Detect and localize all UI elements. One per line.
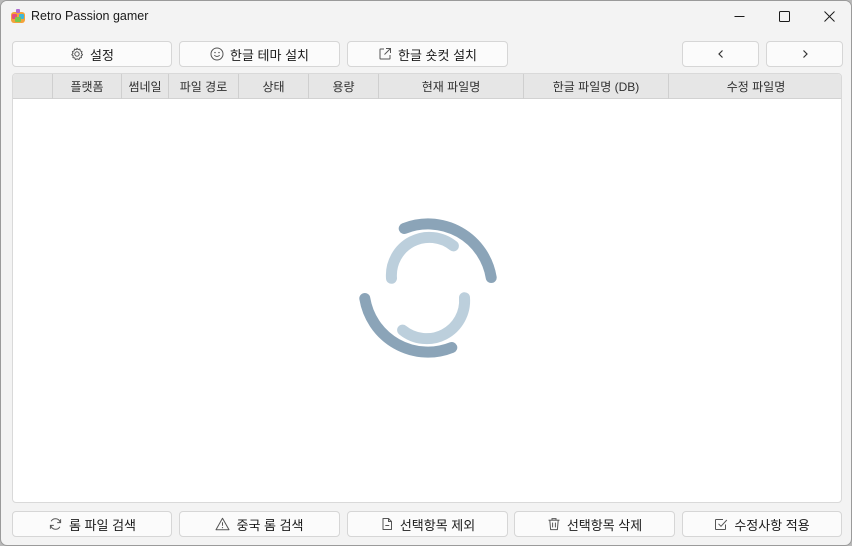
exclude-selected-button[interactable]: 선택항목 제외 xyxy=(347,511,508,537)
spinner-arc-outer-bottom xyxy=(359,293,458,358)
spinner-arc-inner-bottom xyxy=(397,292,471,345)
maximize-button[interactable] xyxy=(762,1,807,32)
external-link-icon xyxy=(378,47,392,61)
gear-icon xyxy=(70,47,84,61)
settings-label: 설정 xyxy=(90,47,114,63)
settings-button[interactable]: 설정 xyxy=(12,41,172,67)
apply-label: 수정사항 적용 xyxy=(734,517,810,533)
document-minus-icon xyxy=(380,517,394,531)
search-rom-files-button[interactable]: 롬 파일 검색 xyxy=(12,511,172,537)
delete-label: 선택항목 삭제 xyxy=(566,517,643,533)
column-header-size[interactable]: 용량 xyxy=(309,74,379,99)
column-header-thumbnail[interactable]: 썸네일 xyxy=(122,74,169,99)
close-button[interactable] xyxy=(807,1,851,32)
minimize-icon xyxy=(734,16,745,17)
loading-spinner xyxy=(359,218,497,358)
refresh-icon xyxy=(48,517,63,531)
spinner-arc-outer-top xyxy=(398,218,497,283)
shortcut-label: 한글 숏컷 설치 xyxy=(398,47,477,63)
column-header-current-filename[interactable]: 현재 파일명 xyxy=(379,74,524,99)
app-icon xyxy=(11,9,25,23)
spinner-arc-inner-top xyxy=(385,231,459,284)
next-button[interactable] xyxy=(766,41,843,67)
delete-selected-button[interactable]: 선택항목 삭제 xyxy=(514,511,675,537)
smile-icon xyxy=(210,47,224,61)
warning-icon xyxy=(215,517,230,531)
column-header-select[interactable] xyxy=(13,74,53,99)
minimize-button[interactable] xyxy=(717,1,762,32)
chevron-left-icon xyxy=(717,50,723,58)
column-header-status[interactable]: 상태 xyxy=(239,74,309,99)
column-header-file-path[interactable]: 파일 경로 xyxy=(169,74,239,99)
column-header-platform[interactable]: 플랫폼 xyxy=(53,74,122,99)
column-header-modified-filename[interactable]: 수정 파일명 xyxy=(669,74,841,99)
install-korean-theme-button[interactable]: 한글 테마 설치 xyxy=(179,41,340,67)
title-bar[interactable]: Retro Passion gamer xyxy=(1,1,851,32)
search-duplicate-roms-button[interactable]: 중국 롬 검색 xyxy=(179,511,340,537)
rom-file-table[interactable]: 플랫폼 썸네일 파일 경로 상태 용량 현재 파일명 한글 파일명 (DB) 수… xyxy=(12,73,842,503)
trash-icon xyxy=(547,517,561,531)
chevron-right-icon xyxy=(802,50,808,58)
dup-search-label: 중국 롬 검색 xyxy=(236,517,304,533)
table-header: 플랫폼 썸네일 파일 경로 상태 용량 현재 파일명 한글 파일명 (DB) 수… xyxy=(13,74,841,99)
rom-search-label: 롬 파일 검색 xyxy=(68,517,137,533)
theme-label: 한글 테마 설치 xyxy=(230,47,309,63)
install-korean-shortcut-button[interactable]: 한글 숏컷 설치 xyxy=(347,41,508,67)
checkbox-check-icon xyxy=(714,517,728,531)
close-icon xyxy=(824,11,835,22)
column-header-korean-filename-db[interactable]: 한글 파일명 (DB) xyxy=(524,74,669,99)
exclude-label: 선택항목 제외 xyxy=(399,517,476,533)
app-window: Retro Passion gamer 설정 한글 테마 설치 한글 숏컷 설치… xyxy=(0,0,852,546)
maximize-icon xyxy=(779,11,790,22)
apply-changes-button[interactable]: 수정사항 적용 xyxy=(682,511,842,537)
window-title: Retro Passion gamer xyxy=(31,9,149,23)
previous-button[interactable] xyxy=(682,41,759,67)
